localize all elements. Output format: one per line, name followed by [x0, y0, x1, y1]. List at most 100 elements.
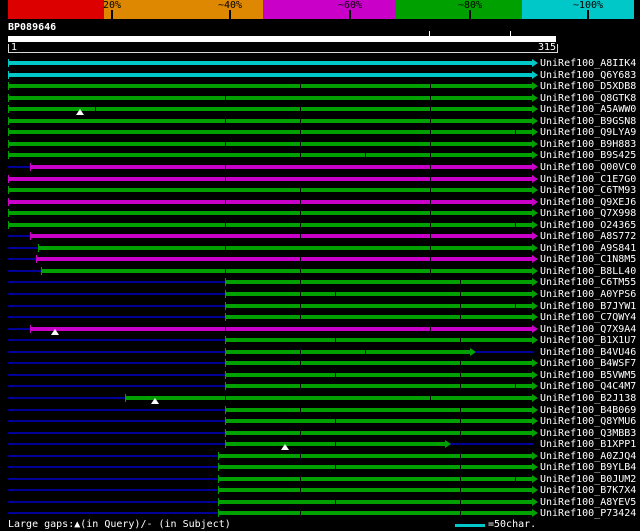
hit-label[interactable]: UniRef100_B7JYW1: [540, 301, 636, 312]
hit-label[interactable]: UniRef100_C6TM93: [540, 185, 636, 196]
scale-tick: [469, 10, 471, 19]
hit-bar[interactable]: [224, 361, 532, 366]
hit-bar[interactable]: [218, 499, 532, 504]
alignment-gap-tick: [460, 488, 461, 493]
hit-label[interactable]: UniRef100_Q3MBB3: [540, 428, 636, 439]
hit-label[interactable]: UniRef100_P73424: [540, 508, 636, 519]
hit-row: UniRef100_B9S425: [0, 150, 640, 161]
hit-label[interactable]: UniRef100_B9H883: [540, 139, 636, 150]
hit-start-cap: [224, 301, 226, 310]
hit-bar[interactable]: [41, 268, 532, 273]
hit-bar[interactable]: [218, 453, 532, 458]
hit-label[interactable]: UniRef100_B5VWM5: [540, 370, 636, 381]
hit-bar[interactable]: [29, 164, 532, 169]
hit-bar[interactable]: [224, 430, 532, 435]
hit-label[interactable]: UniRef100_Q00VC0: [540, 162, 636, 173]
alignment-gap-tick: [300, 488, 301, 493]
hit-label[interactable]: UniRef100_B1XPP1: [540, 439, 636, 450]
hit-label[interactable]: UniRef100_A0ZJQ4: [540, 451, 636, 462]
hit-start-cap: [8, 174, 9, 183]
hit-label[interactable]: UniRef100_Q9XEJ6: [540, 197, 636, 208]
hit-label[interactable]: UniRef100_A5AWW0: [540, 104, 636, 115]
hit-bar[interactable]: [224, 349, 471, 354]
alignment-gap-tick: [225, 164, 226, 169]
hit-start-cap: [41, 266, 43, 275]
hit-bar[interactable]: [218, 511, 532, 516]
hit-bar[interactable]: [8, 84, 532, 89]
hit-label[interactable]: UniRef100_B9YLB4: [540, 462, 636, 473]
hit-label[interactable]: UniRef100_A0YPS6: [540, 289, 636, 300]
hit-bar[interactable]: [8, 188, 532, 193]
hit-bar[interactable]: [224, 384, 532, 389]
hit-label[interactable]: UniRef100_B4VU46: [540, 347, 636, 358]
hit-bar[interactable]: [38, 245, 532, 250]
hit-bar[interactable]: [8, 222, 532, 227]
hit-start-cap: [36, 255, 38, 264]
hit-label[interactable]: UniRef100_Q7X998: [540, 208, 636, 219]
hit-bar[interactable]: [224, 280, 532, 285]
hit-label[interactable]: UniRef100_B1X1U7: [540, 335, 636, 346]
hit-bar[interactable]: [8, 130, 532, 135]
hit-label[interactable]: UniRef100_Q4C4M7: [540, 381, 636, 392]
hit-bar[interactable]: [8, 61, 532, 65]
hit-label[interactable]: UniRef100_B2J138: [540, 393, 636, 404]
hit-label[interactable]: UniRef100_B0JUM2: [540, 474, 636, 485]
hit-label[interactable]: UniRef100_Q6Y683: [540, 70, 636, 81]
hit-bar[interactable]: [218, 465, 532, 470]
hit-bar[interactable]: [224, 419, 532, 424]
alignment-gap-tick: [430, 245, 431, 250]
scale-segment-red: [8, 0, 104, 19]
hit-label[interactable]: UniRef100_C1E7G0: [540, 174, 636, 185]
hit-bar[interactable]: [224, 407, 532, 412]
hit-label[interactable]: UniRef100_Q7X9A4: [540, 324, 636, 335]
hit-label[interactable]: UniRef100_B8LL40: [540, 266, 636, 277]
large-gap-marker-icon: [75, 109, 84, 116]
hit-bar[interactable]: [8, 141, 532, 146]
hit-bar[interactable]: [8, 176, 532, 181]
hit-label[interactable]: UniRef100_B7K7X4: [540, 485, 636, 496]
hit-label[interactable]: UniRef100_C7QWY4: [540, 312, 636, 323]
hit-label[interactable]: UniRef100_B4WSF7: [540, 358, 636, 369]
hit-bar[interactable]: [8, 199, 532, 204]
hit-bar[interactable]: [224, 315, 532, 320]
alignment-gap-tick: [225, 326, 226, 331]
hit-label[interactable]: UniRef100_A8YEV5: [540, 497, 636, 508]
hit-bar[interactable]: [8, 211, 532, 216]
hit-label[interactable]: UniRef100_C6TM55: [540, 277, 636, 288]
hit-row: UniRef100_B0JUM2: [0, 474, 640, 485]
hit-bar[interactable]: [224, 292, 532, 296]
hit-bar[interactable]: [124, 395, 532, 400]
hit-bar[interactable]: [224, 372, 532, 377]
large-gap-marker-icon: [150, 397, 159, 404]
hit-bar[interactable]: [218, 476, 532, 481]
hit-label[interactable]: UniRef100_B4B069: [540, 405, 636, 416]
hit-arrowhead-icon: [532, 255, 538, 264]
hit-label[interactable]: UniRef100_Q8GTK8: [540, 93, 636, 104]
hit-bar[interactable]: [29, 234, 532, 239]
hit-bar[interactable]: [8, 118, 532, 123]
alignment-gap-tick: [300, 188, 301, 193]
hit-label[interactable]: UniRef100_Q8YMU6: [540, 416, 636, 427]
hit-bar[interactable]: [29, 326, 532, 331]
hit-bar[interactable]: [8, 107, 532, 112]
hit-label[interactable]: UniRef100_A8S772: [540, 231, 636, 242]
hit-bar[interactable]: [224, 338, 532, 343]
hit-label[interactable]: UniRef100_O24365: [540, 220, 636, 231]
hit-label[interactable]: UniRef100_A9S841: [540, 243, 636, 254]
hit-bar[interactable]: [36, 257, 532, 262]
alignment-gap-tick: [300, 257, 301, 262]
hit-bar[interactable]: [8, 153, 532, 158]
hit-label[interactable]: UniRef100_B9GSN8: [540, 116, 636, 127]
hit-bar[interactable]: [218, 488, 532, 493]
hit-label[interactable]: UniRef100_A8IIK4: [540, 58, 636, 69]
hit-label[interactable]: UniRef100_D5XDB8: [540, 81, 636, 92]
hit-label[interactable]: UniRef100_Q9LYA9: [540, 127, 636, 138]
hit-bar[interactable]: [224, 303, 532, 308]
hit-bar[interactable]: [8, 72, 532, 77]
hit-bar[interactable]: [8, 95, 532, 100]
alignment-gap-tick: [225, 199, 226, 204]
query-gap-tick: [429, 31, 430, 36]
hit-label[interactable]: UniRef100_C1N8M5: [540, 254, 636, 265]
hit-label[interactable]: UniRef100_B9S425: [540, 150, 636, 161]
hit-start-cap: [8, 59, 9, 67]
